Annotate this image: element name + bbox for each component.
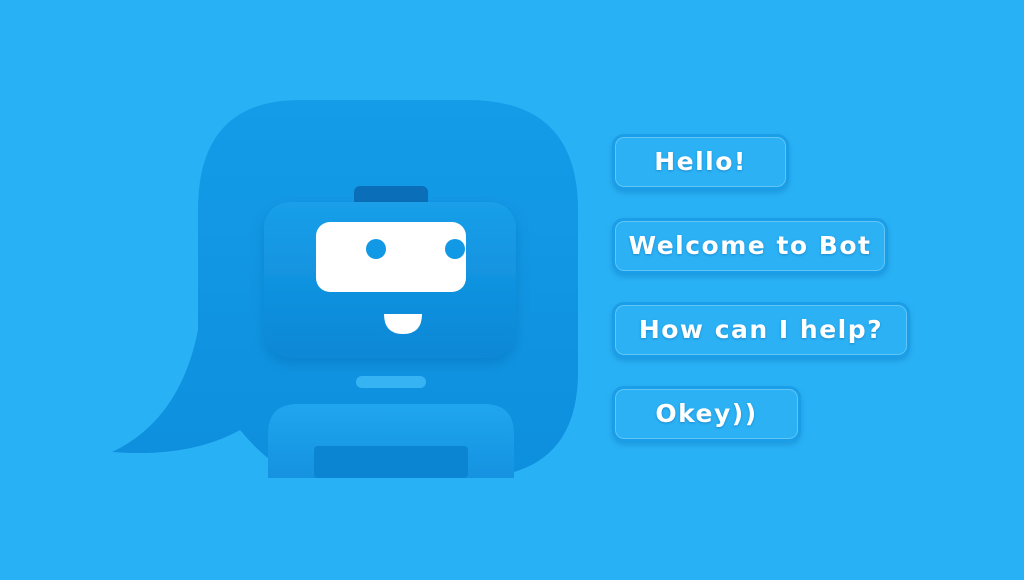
chatbot-robot-icon [112, 100, 578, 478]
message-bubble-okey[interactable]: Okey)) [612, 386, 801, 442]
message-bubble-hello[interactable]: Hello! [612, 134, 789, 190]
message-bubble-help[interactable]: How can I help? [612, 302, 910, 358]
robot-body-panel [314, 446, 468, 478]
robot-neck [356, 376, 426, 388]
message-bubble-welcome[interactable]: Welcome to Bot [612, 218, 888, 274]
chatbot-illustration: Hello! Welcome to Bot How can I help? Ok… [0, 0, 1024, 580]
robot-left-eye [366, 239, 386, 259]
robot-eye-screen [316, 222, 466, 292]
robot-right-eye [445, 239, 465, 259]
